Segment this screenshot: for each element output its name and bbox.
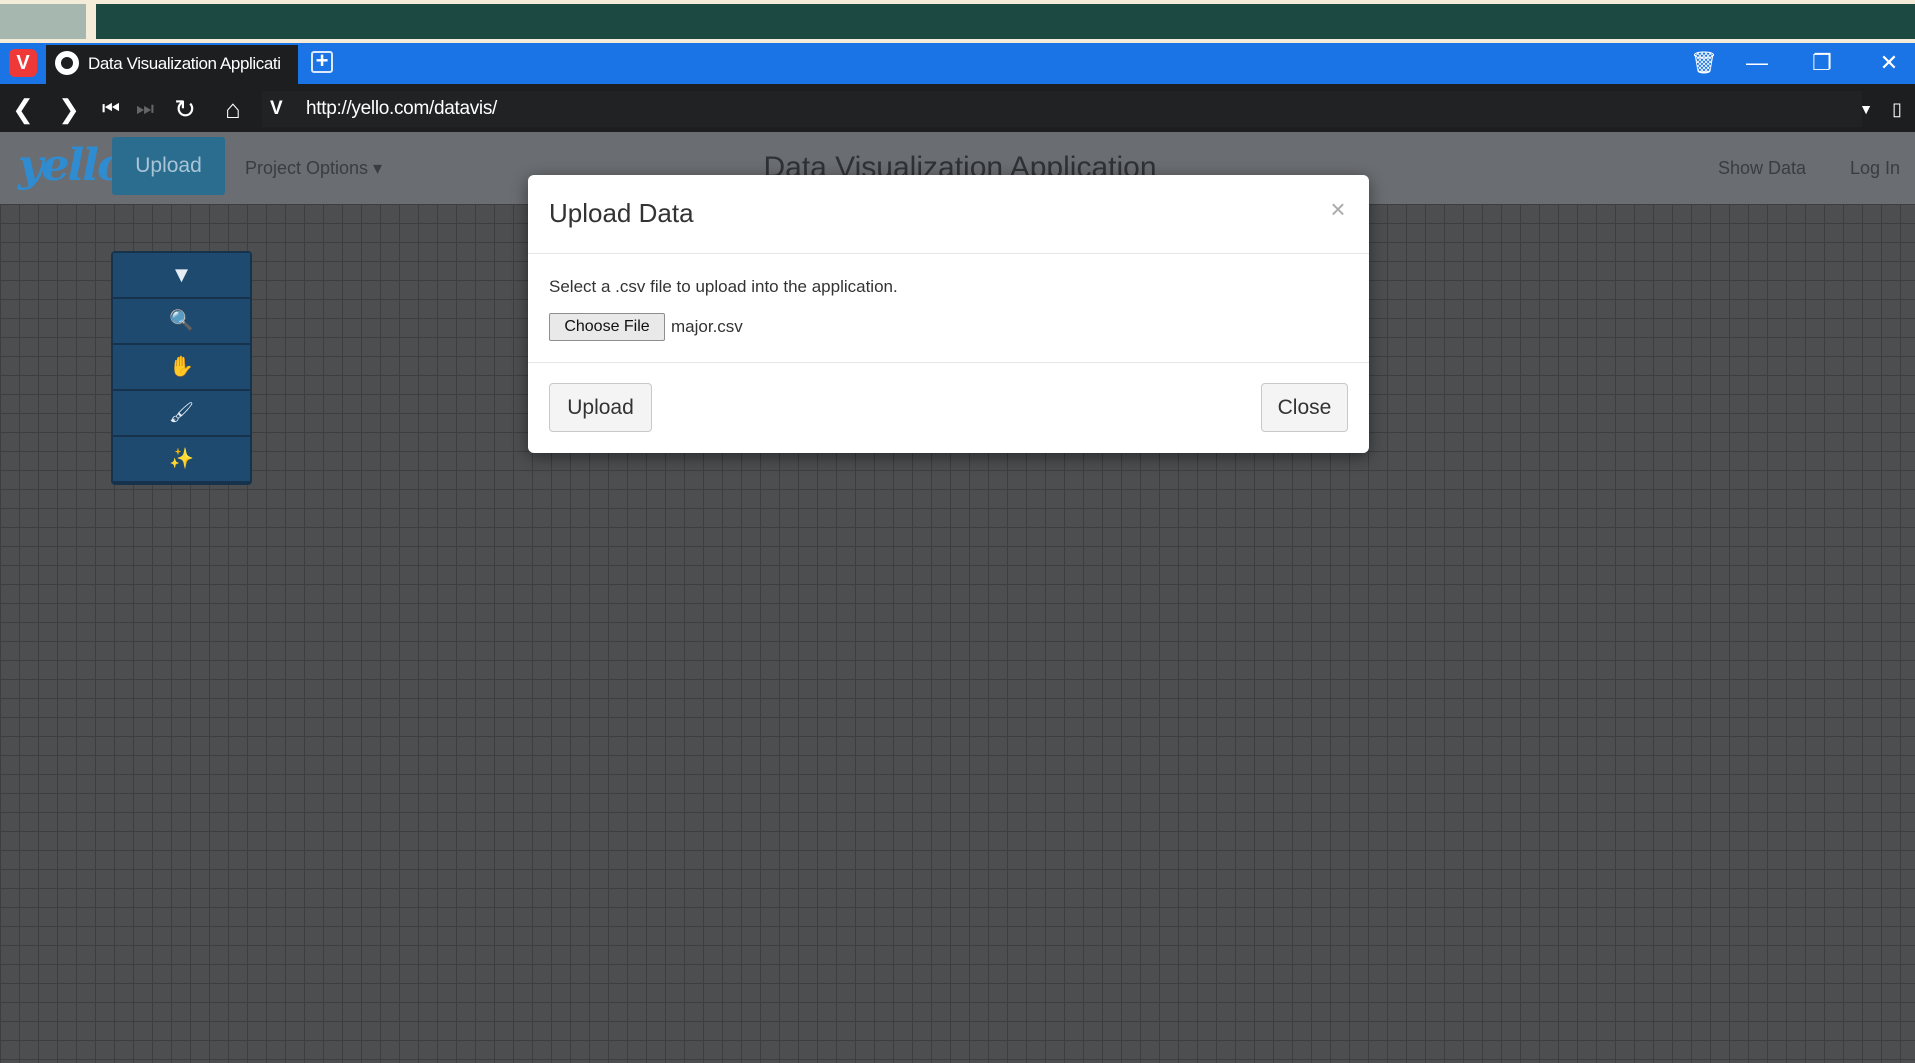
- back-icon[interactable]: ❮: [6, 92, 40, 126]
- home-icon[interactable]: ⌂: [216, 92, 250, 126]
- log-in-link[interactable]: Log In: [1850, 155, 1910, 181]
- brand-logo[interactable]: yello: [18, 136, 126, 196]
- browser-logo-icon[interactable]: V: [9, 49, 37, 77]
- brush-icon[interactable]: 🖌: [113, 391, 250, 435]
- restore-button[interactable]: ❐: [1806, 48, 1838, 78]
- url-dropdown-icon[interactable]: ▼: [1856, 96, 1876, 122]
- upload-button[interactable]: Upload: [549, 383, 652, 432]
- trash-icon[interactable]: 🗑: [1688, 48, 1720, 78]
- forward-icon[interactable]: ❯: [52, 92, 86, 126]
- modal-header-divider: [528, 253, 1369, 254]
- desktop-thumbnail: [0, 4, 86, 39]
- close-icon[interactable]: ×: [1326, 194, 1350, 224]
- url-text[interactable]: http://yello.com/datavis/: [306, 96, 906, 122]
- new-tab-button[interactable]: +: [311, 50, 333, 73]
- minimize-button[interactable]: —: [1741, 48, 1773, 78]
- bookmark-icon[interactable]: ▯: [1887, 96, 1907, 122]
- search-icon[interactable]: 🔍: [113, 299, 250, 343]
- modal-description: Select a .csv file to upload into the ap…: [549, 277, 898, 296]
- magic-wand-icon[interactable]: ✨: [113, 437, 250, 481]
- modal-title: Upload Data: [549, 198, 694, 228]
- modal-footer-divider: [528, 362, 1369, 363]
- close-window-button[interactable]: ✕: [1873, 48, 1905, 78]
- tab-title[interactable]: Data Visualization Applicati: [88, 51, 288, 77]
- tab-favicon-icon: [55, 51, 79, 75]
- filter-icon[interactable]: ▼: [113, 253, 250, 297]
- close-button[interactable]: Close: [1261, 383, 1348, 432]
- site-identity-icon[interactable]: V: [270, 96, 292, 122]
- rewind-icon[interactable]: ⏮: [94, 92, 128, 126]
- fast-forward-icon[interactable]: ⏭: [128, 92, 162, 126]
- choose-file-button[interactable]: Choose File: [549, 313, 665, 341]
- selected-file-name: major.csv: [671, 317, 743, 336]
- desktop-taskbar: [96, 4, 1915, 39]
- show-data-link[interactable]: Show Data: [1718, 155, 1818, 181]
- nav-upload-button[interactable]: Upload: [112, 137, 225, 195]
- pan-hand-icon[interactable]: ✋: [113, 345, 250, 389]
- project-options-dropdown[interactable]: Project Options ▾: [245, 155, 395, 181]
- reload-icon[interactable]: ↻: [168, 92, 202, 126]
